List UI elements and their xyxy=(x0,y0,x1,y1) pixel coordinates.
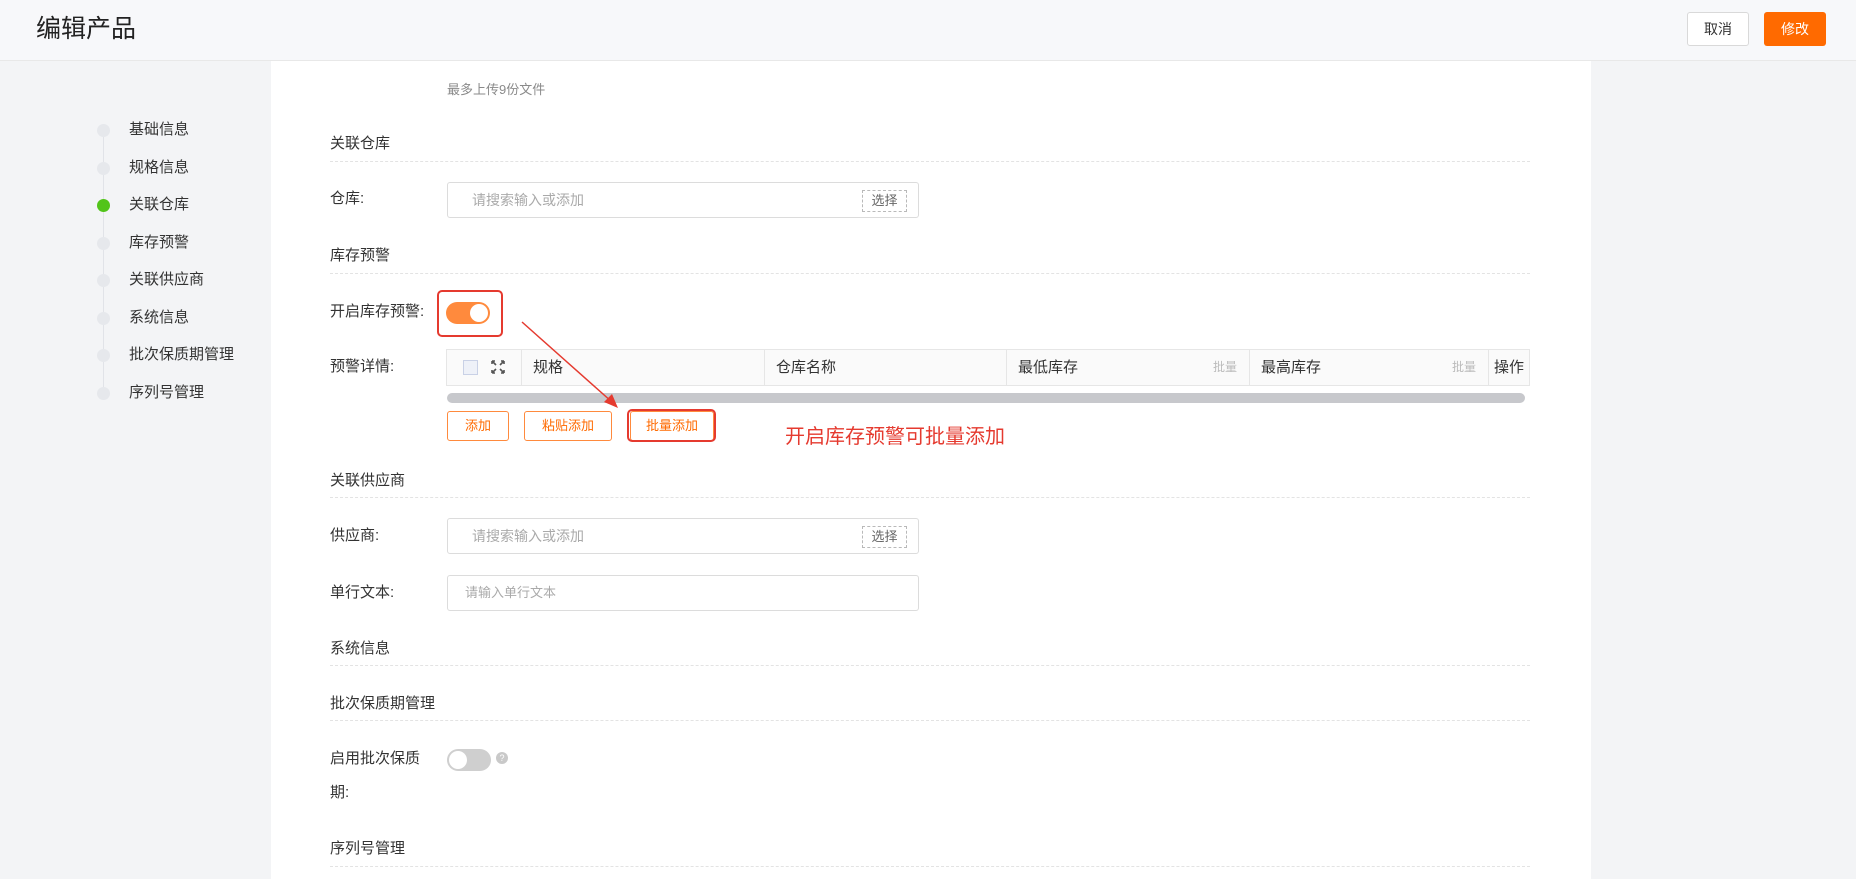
section-title-supplier: 关联供应商 xyxy=(330,472,406,489)
batch-expiry-toggle[interactable] xyxy=(447,749,491,771)
section-title-system-info: 系统信息 xyxy=(330,640,391,657)
step-dot xyxy=(97,162,110,175)
supplier-label: 供应商: xyxy=(330,527,380,544)
min-stock-batch-link[interactable]: 批量 xyxy=(1213,350,1237,385)
max-stock-batch-link[interactable]: 批量 xyxy=(1452,350,1476,385)
table-horizontal-scrollbar[interactable] xyxy=(447,393,1525,403)
cancel-button[interactable]: 取消 xyxy=(1687,12,1749,46)
column-label: 最低库存 xyxy=(1018,359,1079,376)
column-label: 仓库名称 xyxy=(776,359,837,376)
warehouse-placeholder: 请搜索输入或添加 xyxy=(472,192,584,208)
nav-item-label: 批次保质期管理 xyxy=(129,346,235,363)
step-dot xyxy=(97,274,110,287)
nav-item-label: 关联仓库 xyxy=(129,196,190,213)
nav-item-label: 系统信息 xyxy=(129,309,190,326)
step-dot xyxy=(97,387,110,400)
section-title-stock-warning: 库存预警 xyxy=(330,247,391,264)
annotation-text: 开启库存预警可批量添加 xyxy=(785,426,1005,448)
step-dot xyxy=(97,237,110,250)
table-header-select xyxy=(447,350,522,385)
table-header-warehouse-name: 仓库名称 xyxy=(765,350,1007,385)
warehouse-search-input[interactable]: 请搜索输入或添加 选择 xyxy=(447,182,919,218)
table-header-spec: 规格 xyxy=(522,350,765,385)
page-title: 编辑产品 xyxy=(36,15,137,43)
nav-item-label: 关联供应商 xyxy=(129,271,205,288)
step-dot xyxy=(97,124,110,137)
stock-warning-toggle-label: 开启库存预警: xyxy=(330,303,425,320)
paste-add-button[interactable]: 粘贴添加 xyxy=(524,411,612,441)
add-button[interactable]: 添加 xyxy=(447,411,509,441)
warning-detail-label: 预警详情: xyxy=(330,358,395,375)
column-label: 规格 xyxy=(533,359,564,376)
save-button[interactable]: 修改 xyxy=(1764,12,1826,46)
supplier-choose-button[interactable]: 选择 xyxy=(862,526,907,548)
supplier-placeholder: 请搜索输入或添加 xyxy=(472,528,584,544)
table-header-max-stock: 最高库存 批量 xyxy=(1250,350,1489,385)
table-header-actions: 操作 xyxy=(1489,350,1529,385)
section-divider xyxy=(330,161,1530,162)
section-divider xyxy=(330,273,1530,274)
section-title-batch-expiry: 批次保质期管理 xyxy=(330,695,436,712)
single-line-text-input[interactable]: 请输入单行文本 xyxy=(447,575,919,611)
section-divider xyxy=(330,720,1530,721)
warehouse-label: 仓库: xyxy=(330,190,365,207)
column-label: 操作 xyxy=(1494,359,1525,376)
toggle-knob xyxy=(470,304,488,322)
section-divider xyxy=(330,497,1530,498)
expand-icon[interactable] xyxy=(490,359,506,375)
warning-detail-table: 规格 仓库名称 最低库存 批量 最高库存 批量 操作 xyxy=(446,349,1530,386)
batch-expiry-label-line2: 期: xyxy=(330,784,350,801)
table-header-min-stock: 最低库存 批量 xyxy=(1007,350,1250,385)
section-title-warehouse: 关联仓库 xyxy=(330,135,391,152)
batch-expiry-label-line1: 启用批次保质 xyxy=(330,750,421,767)
toggle-knob xyxy=(449,751,467,769)
page-header: 编辑产品 取消 修改 xyxy=(0,0,1856,61)
single-line-text-placeholder: 请输入单行文本 xyxy=(465,585,557,600)
section-divider xyxy=(330,665,1530,666)
upload-hint: 最多上传9份文件 xyxy=(447,82,546,97)
nav-item-label: 基础信息 xyxy=(129,121,190,138)
nav-item-label: 库存预警 xyxy=(129,234,190,251)
supplier-search-input[interactable]: 请搜索输入或添加 选择 xyxy=(447,518,919,554)
section-divider xyxy=(330,866,1530,867)
step-dot xyxy=(97,312,110,325)
help-icon[interactable]: ? xyxy=(496,752,508,764)
select-all-checkbox[interactable] xyxy=(463,360,478,375)
column-label: 最高库存 xyxy=(1261,359,1322,376)
step-dot xyxy=(97,349,110,362)
nav-item-label: 规格信息 xyxy=(129,159,190,176)
annotation-highlight-batch-add xyxy=(627,409,716,442)
stock-warning-toggle[interactable] xyxy=(446,302,490,324)
single-line-text-label: 单行文本: xyxy=(330,584,395,601)
warehouse-choose-button[interactable]: 选择 xyxy=(862,190,907,212)
nav-item-label: 序列号管理 xyxy=(129,384,205,401)
step-dot-active xyxy=(97,199,110,212)
section-title-serial: 序列号管理 xyxy=(330,840,406,857)
